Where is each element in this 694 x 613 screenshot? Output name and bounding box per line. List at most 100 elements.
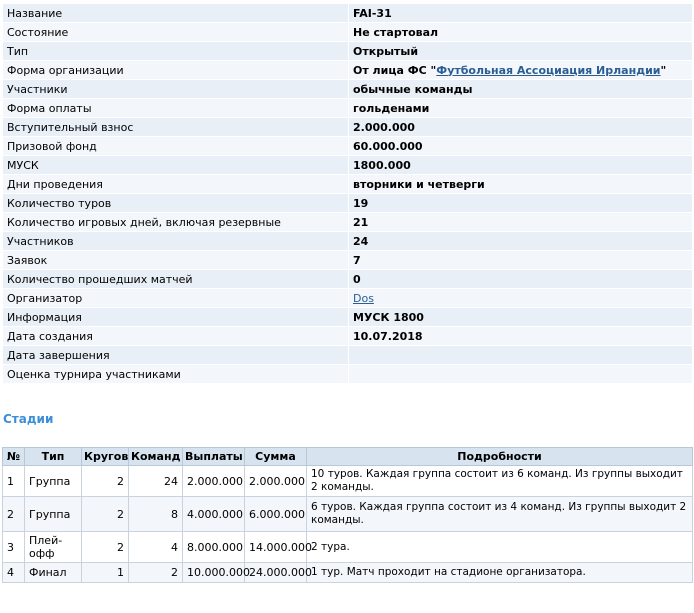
info-label: Заявок xyxy=(2,250,349,270)
stages-header-row: № Тип Кругов Команд Выплаты Сумма Подроб… xyxy=(2,447,693,466)
info-row: Состояние Не стартовал xyxy=(2,22,693,42)
stage-type: Финал xyxy=(24,562,82,583)
info-row: Дни проведения вторники и четверги xyxy=(2,174,693,194)
info-value: 0 xyxy=(348,269,693,289)
info-value: Dos xyxy=(348,288,693,308)
stage-sum: 14.000.000 xyxy=(244,531,312,563)
info-value: 21 xyxy=(348,212,693,232)
stage-payouts: 8.000.000 xyxy=(182,531,245,563)
federation-link[interactable]: Футбольная Ассоциация Ирландии xyxy=(436,64,660,77)
col-header-details: Подробности xyxy=(306,447,693,466)
stage-number: 3 xyxy=(2,531,25,563)
info-row: Количество прошедших матчей 0 xyxy=(2,269,693,289)
info-value xyxy=(348,345,693,365)
info-row: МУСК 1800.000 xyxy=(2,155,693,175)
stage-payouts: 2.000.000 xyxy=(182,465,245,497)
info-label: Дата завершения xyxy=(2,345,349,365)
info-value: 7 xyxy=(348,250,693,270)
info-value: вторники и четверги xyxy=(348,174,693,194)
stage-number: 1 xyxy=(2,465,25,497)
info-value: От лица ФС "Футбольная Ассоциация Ирланд… xyxy=(348,60,693,80)
info-label: Состояние xyxy=(2,22,349,42)
stage-row: 1 Группа 2 24 2.000.000 2.000.000 10 тур… xyxy=(2,465,693,497)
info-label: Информация xyxy=(2,307,349,327)
info-label: Количество прошедших матчей xyxy=(2,269,349,289)
stage-rounds: 2 xyxy=(81,496,129,532)
info-row: Название FAI-31 xyxy=(2,3,693,23)
stage-details: 1 тур. Матч проходит на стадионе организ… xyxy=(306,562,693,583)
stage-payouts: 4.000.000 xyxy=(182,496,245,532)
stage-type: Группа xyxy=(24,465,82,497)
info-label: Участники xyxy=(2,79,349,99)
info-label: Дни проведения xyxy=(2,174,349,194)
info-value: обычные команды xyxy=(348,79,693,99)
info-label: Тип xyxy=(2,41,349,61)
info-label: Название xyxy=(2,3,349,23)
stage-type: Группа xyxy=(24,496,82,532)
stage-teams: 4 xyxy=(128,531,183,563)
info-row: Форма оплаты гольденами xyxy=(2,98,693,118)
info-row: Форма организации От лица ФС "Футбольная… xyxy=(2,60,693,80)
info-row: Вступительный взнос 2.000.000 xyxy=(2,117,693,137)
info-label: Количество туров xyxy=(2,193,349,213)
stage-teams: 24 xyxy=(128,465,183,497)
stage-type: Плей-офф xyxy=(24,531,82,563)
col-header-teams: Команд xyxy=(128,447,183,466)
stage-row: 3 Плей-офф 2 4 8.000.000 14.000.000 2 ту… xyxy=(2,531,693,563)
info-row: Тип Открытый xyxy=(2,41,693,61)
info-value: 1800.000 xyxy=(348,155,693,175)
stage-rounds: 2 xyxy=(81,531,129,563)
stage-sum: 6.000.000 xyxy=(244,496,307,532)
stage-number: 2 xyxy=(2,496,25,532)
stage-sum: 24.000.000 xyxy=(244,562,312,583)
info-row: Участников 24 xyxy=(2,231,693,251)
info-label: Организатор xyxy=(2,288,349,308)
col-header-type: Тип xyxy=(24,447,82,466)
info-label: Дата создания xyxy=(2,326,349,346)
organizer-link[interactable]: Dos xyxy=(353,292,374,305)
info-row: Количество туров 19 xyxy=(2,193,693,213)
info-row: Организатор Dos xyxy=(2,288,693,308)
stages-title: Стадии xyxy=(3,412,54,426)
info-value: FAI-31 xyxy=(348,3,693,23)
info-row: Призовой фонд 60.000.000 xyxy=(2,136,693,156)
col-header-sum: Сумма xyxy=(244,447,307,466)
info-label: Количество игровых дней, включая резервн… xyxy=(2,212,349,232)
col-header-number: № xyxy=(2,447,25,466)
info-row: Дата завершения xyxy=(2,345,693,365)
stage-row: 2 Группа 2 8 4.000.000 6.000.000 6 туров… xyxy=(2,496,693,532)
stage-details: 6 туров. Каждая группа состоит из 4 кома… xyxy=(306,496,693,532)
stage-sum: 2.000.000 xyxy=(244,465,307,497)
info-value: 24 xyxy=(348,231,693,251)
stages-table: № Тип Кругов Команд Выплаты Сумма Подроб… xyxy=(2,447,693,583)
stage-rounds: 2 xyxy=(81,465,129,497)
col-header-payouts: Выплаты xyxy=(182,447,245,466)
info-value: 19 xyxy=(348,193,693,213)
info-row: Заявок 7 xyxy=(2,250,693,270)
stage-rounds: 1 xyxy=(81,562,129,583)
stage-teams: 2 xyxy=(128,562,183,583)
info-value: 60.000.000 xyxy=(348,136,693,156)
info-row: Участники обычные команды xyxy=(2,79,693,99)
info-label: Вступительный взнос xyxy=(2,117,349,137)
info-label: Призовой фонд xyxy=(2,136,349,156)
info-row: Информация МУСК 1800 xyxy=(2,307,693,327)
info-value: МУСК 1800 xyxy=(348,307,693,327)
info-label: Оценка турнира участниками xyxy=(2,364,349,384)
info-row: Дата создания 10.07.2018 xyxy=(2,326,693,346)
stage-details: 2 тура. xyxy=(306,531,693,563)
info-label: МУСК xyxy=(2,155,349,175)
stage-payouts: 10.000.000 xyxy=(182,562,250,583)
info-value: 10.07.2018 xyxy=(348,326,693,346)
col-header-rounds: Кругов xyxy=(81,447,129,466)
info-row: Оценка турнира участниками xyxy=(2,364,693,384)
tournament-info-table: Название FAI-31 Состояние Не стартовал Т… xyxy=(2,3,693,384)
info-label: Форма оплаты xyxy=(2,98,349,118)
info-value: Не стартовал xyxy=(348,22,693,42)
info-label: Участников xyxy=(2,231,349,251)
org-prefix: От лица ФС " xyxy=(353,63,437,77)
info-value xyxy=(348,364,693,384)
stage-details: 10 туров. Каждая группа состоит из 6 ком… xyxy=(306,465,693,497)
info-value: 2.000.000 xyxy=(348,117,693,137)
stage-row: 4 Финал 1 2 10.000.000 24.000.000 1 тур.… xyxy=(2,562,693,583)
